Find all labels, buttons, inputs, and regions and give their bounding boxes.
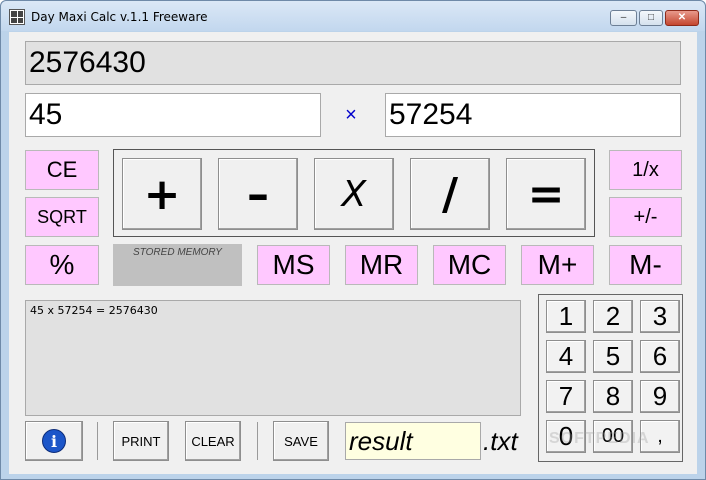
key-2[interactable]: 2: [593, 300, 633, 333]
memory-store-button[interactable]: MS: [257, 245, 330, 285]
percent-button[interactable]: %: [25, 245, 99, 285]
watermark: SOFTPEDIA: [549, 430, 650, 447]
calculator-app-icon: [9, 9, 25, 25]
save-button[interactable]: SAVE: [273, 421, 329, 461]
divide-button[interactable]: /: [410, 158, 490, 230]
key-4[interactable]: 4: [546, 340, 586, 373]
info-button[interactable]: i: [25, 421, 83, 461]
key-1[interactable]: 1: [546, 300, 586, 333]
memory-recall-button[interactable]: MR: [345, 245, 418, 285]
multiply-button[interactable]: X: [314, 158, 394, 230]
file-extension-label: .txt: [483, 426, 518, 456]
memory-add-button[interactable]: M+: [521, 245, 594, 285]
maximize-button[interactable]: □: [639, 10, 663, 26]
info-icon: i: [42, 429, 66, 453]
result-display: 2576430: [25, 41, 681, 85]
toolbar-divider: [97, 422, 98, 460]
app-window: Day Maxi Calc v.1.1 Freeware – □ ✕ 25764…: [0, 0, 706, 480]
calculation-history[interactable]: 45 x 57254 = 2576430: [25, 300, 521, 416]
plus-button[interactable]: +: [122, 158, 202, 230]
equals-button[interactable]: =: [506, 158, 586, 230]
window-title: Day Maxi Calc v.1.1 Freeware: [31, 10, 208, 24]
operator-indicator: ×: [345, 104, 357, 126]
stored-memory-display: STORED MEMORY: [113, 244, 242, 286]
memory-clear-button[interactable]: MC: [433, 245, 506, 285]
title-bar[interactable]: Day Maxi Calc v.1.1 Freeware – □ ✕: [1, 1, 705, 31]
key-5[interactable]: 5: [593, 340, 633, 373]
sign-toggle-button[interactable]: +/-: [609, 197, 682, 237]
key-3[interactable]: 3: [640, 300, 680, 333]
operand2-field[interactable]: 57254: [385, 93, 681, 137]
stored-memory-label: STORED MEMORY: [133, 247, 222, 258]
reciprocal-button[interactable]: 1/x: [609, 150, 682, 190]
memory-subtract-button[interactable]: M-: [609, 245, 682, 285]
close-button[interactable]: ✕: [665, 10, 699, 26]
ce-button[interactable]: CE: [25, 150, 99, 190]
print-button[interactable]: PRINT: [113, 421, 169, 461]
operand1-field[interactable]: 45: [25, 93, 321, 137]
history-line: 45 x 57254 = 2576430: [30, 304, 158, 317]
clear-button[interactable]: CLEAR: [185, 421, 241, 461]
key-6[interactable]: 6: [640, 340, 680, 373]
key-7[interactable]: 7: [546, 380, 586, 413]
calculator-body: 2576430 45 × 57254 CE SQRT % + – X / = 1…: [9, 32, 697, 474]
minimize-button[interactable]: –: [610, 10, 637, 26]
filename-field[interactable]: result: [345, 422, 481, 460]
minus-button[interactable]: –: [218, 158, 298, 230]
key-8[interactable]: 8: [593, 380, 633, 413]
operator-panel: + – X / =: [113, 149, 595, 237]
toolbar-divider: [257, 422, 258, 460]
key-9[interactable]: 9: [640, 380, 680, 413]
sqrt-button[interactable]: SQRT: [25, 197, 99, 237]
